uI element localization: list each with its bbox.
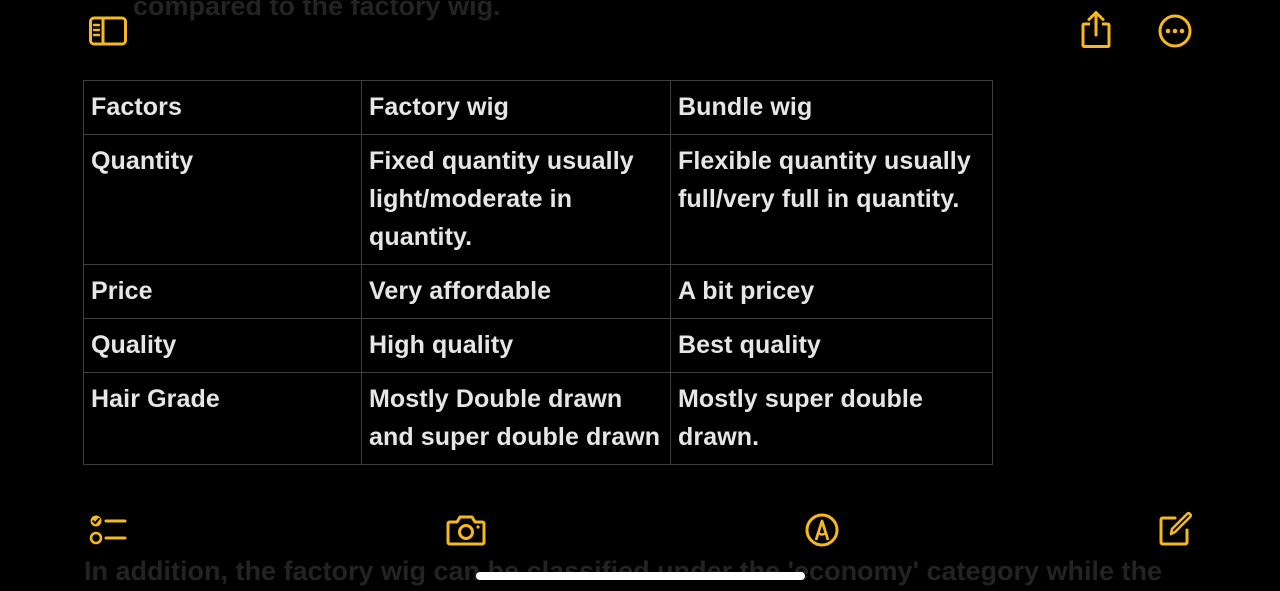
table-cell[interactable]: A bit pricey bbox=[670, 264, 993, 319]
note-table-container: Factors Factory wig Bundle wig Quantity … bbox=[83, 80, 993, 490]
checklist-icon[interactable] bbox=[88, 512, 128, 548]
table-cell[interactable]: Bundle wig bbox=[670, 80, 993, 135]
table-cell[interactable]: Flexible quantity usually full/very full… bbox=[670, 134, 993, 265]
table-cell[interactable]: Hair Grade bbox=[83, 372, 362, 465]
note-table[interactable]: Factors Factory wig Bundle wig Quantity … bbox=[83, 80, 993, 465]
markup-icon[interactable] bbox=[804, 512, 840, 548]
table-cell[interactable]: Mostly super double drawn. bbox=[670, 372, 993, 465]
compose-icon[interactable] bbox=[1157, 510, 1193, 548]
more-icon[interactable] bbox=[1157, 13, 1193, 49]
table-cell[interactable]: Quantity bbox=[83, 134, 362, 265]
note-text-line: compared to the factory wig. bbox=[133, 0, 501, 21]
table-row: Price Very affordable A bit pricey bbox=[83, 264, 993, 319]
table-cell[interactable]: Quality bbox=[83, 318, 362, 373]
table-cell[interactable]: Best quality bbox=[670, 318, 993, 373]
sidebar-icon[interactable] bbox=[88, 15, 128, 47]
table-cell[interactable]: Factory wig bbox=[361, 80, 671, 135]
home-indicator[interactable] bbox=[476, 572, 805, 580]
share-icon[interactable] bbox=[1079, 10, 1113, 50]
table-cell[interactable]: Mostly Double drawn and super double dra… bbox=[361, 372, 671, 465]
table-cell[interactable]: High quality bbox=[361, 318, 671, 373]
table-cell[interactable]: Fixed quantity usually light/moderate in… bbox=[361, 134, 671, 265]
table-row: Hair Grade Mostly Double drawn and super… bbox=[83, 372, 993, 465]
table-cell[interactable]: Price bbox=[83, 264, 362, 319]
table-row: Quality High quality Best quality bbox=[83, 318, 993, 373]
table-cell[interactable]: Very affordable bbox=[361, 264, 671, 319]
camera-icon[interactable] bbox=[445, 512, 487, 548]
table-cell[interactable]: Factors bbox=[83, 80, 362, 135]
table-row: Quantity Fixed quantity usually light/mo… bbox=[83, 134, 993, 265]
table-header-row: Factors Factory wig Bundle wig bbox=[83, 80, 993, 135]
